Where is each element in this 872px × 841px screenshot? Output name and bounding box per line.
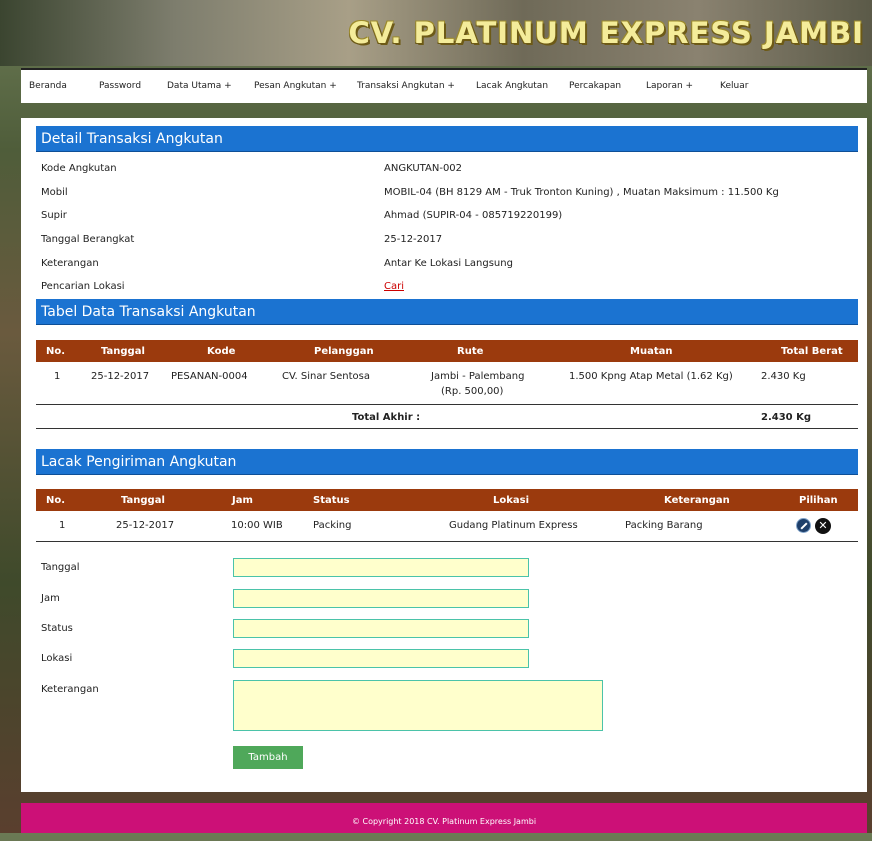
td-kode: PESANAN-0004 [171,371,248,382]
td-rute-harga: (Rp. 500,00) [441,386,504,397]
th-pilihan: Pilihan [799,495,838,506]
label-keterangan: Keterangan [41,684,99,695]
nav-laporan[interactable]: Laporan + [646,81,693,91]
label-lokasi: Lokasi [41,653,73,664]
detail-label-supir: Supir [41,210,67,221]
jam-input[interactable] [233,589,529,608]
nav-password[interactable]: Password [99,81,141,91]
th-jam: Jam [232,495,253,506]
nav-keluar[interactable]: Keluar [720,81,748,91]
td-rute: Jambi - Palembang [431,371,525,382]
detail-value-kode: ANGKUTAN-002 [384,163,463,174]
detail-label-mobil: Mobil [41,187,68,198]
nav-percakapan[interactable]: Percakapan [569,81,621,91]
td-keterangan: Packing Barang [625,520,703,531]
transaksi-title: Tabel Data Transaksi Angkutan [36,299,858,325]
td-status: Packing [313,520,352,531]
delete-icon[interactable]: ✕ [815,518,831,534]
td-tanggal: 25-12-2017 [116,520,175,531]
detail-value-supir: Ahmad (SUPIR-04 - 085719220199) [384,210,563,221]
transaksi-table-header: No. Tanggal Kode Pelanggan Rute Muatan T… [36,340,858,362]
th-keterangan: Keterangan [664,495,730,506]
th-tanggal: Tanggal [121,495,165,506]
th-status: Status [313,495,350,506]
td-no: 1 [59,520,66,531]
nav-beranda[interactable]: Beranda [29,81,67,91]
td-total-berat: 2.430 Kg [761,371,806,382]
th-kode: Kode [207,346,236,357]
td-jam: 10:00 WIB [231,520,283,531]
total-value: 2.430 Kg [761,412,812,423]
td-no: 1 [54,371,61,382]
divider [36,541,858,542]
td-pelanggan: CV. Sinar Sentosa [282,371,370,382]
label-tanggal: Tanggal [41,562,80,573]
main-content: Detail Transaksi Angkutan Kode Angkutan … [21,118,867,792]
footer: © Copyright 2018 CV. Platinum Express Ja… [21,803,867,833]
detail-value-tanggal: 25-12-2017 [384,234,443,245]
detail-label-kode: Kode Angkutan [41,163,117,174]
th-no: No. [46,346,66,357]
divider [36,428,858,429]
keterangan-textarea[interactable] [233,680,603,731]
th-lokasi: Lokasi [493,495,530,506]
cari-link[interactable]: Cari [384,281,404,292]
edit-icon[interactable] [796,518,811,533]
nav-lacak-angkutan[interactable]: Lacak Angkutan [476,81,548,91]
nav-data-utama[interactable]: Data Utama + [167,81,232,91]
th-rute: Rute [457,346,484,357]
label-jam: Jam [41,593,60,604]
nav-transaksi-angkutan[interactable]: Transaksi Angkutan + [357,81,455,91]
td-lokasi: Gudang Platinum Express [449,520,578,531]
site-title: CV. PLATINUM EXPRESS JAMBI [348,16,864,50]
total-label: Total Akhir : [352,412,421,423]
detail-label-tanggal: Tanggal Berangkat [41,234,135,245]
status-input[interactable] [233,619,529,638]
detail-value-mobil: MOBIL-04 (BH 8129 AM - Truk Tronton Kuni… [384,187,779,198]
td-muatan: 1.500 Kpng Atap Metal (1.62 Kg) [569,371,733,382]
lacak-table-header: No. Tanggal Jam Status Lokasi Keterangan… [36,489,858,511]
td-tanggal: 25-12-2017 [91,371,150,382]
nav-pesan-angkutan[interactable]: Pesan Angkutan + [254,81,337,91]
detail-title: Detail Transaksi Angkutan [36,126,858,152]
tambah-button[interactable]: Tambah [233,746,303,769]
th-no: No. [46,495,66,506]
tanggal-input[interactable] [233,558,529,577]
main-nav: Beranda Password Data Utama + Pesan Angk… [21,68,867,103]
lokasi-input[interactable] [233,649,529,668]
detail-label-pencarian: Pencarian Lokasi [41,281,125,292]
lacak-title: Lacak Pengiriman Angkutan [36,449,858,475]
label-status: Status [41,623,73,634]
detail-value-keterangan: Antar Ke Lokasi Langsung [384,258,513,269]
divider [36,404,858,405]
th-muatan: Muatan [630,346,673,357]
header-banner: CV. PLATINUM EXPRESS JAMBI [0,0,872,66]
th-pelanggan: Pelanggan [314,346,374,357]
th-tanggal: Tanggal [101,346,145,357]
detail-label-keterangan: Keterangan [41,258,99,269]
th-total-berat: Total Berat [781,346,843,357]
